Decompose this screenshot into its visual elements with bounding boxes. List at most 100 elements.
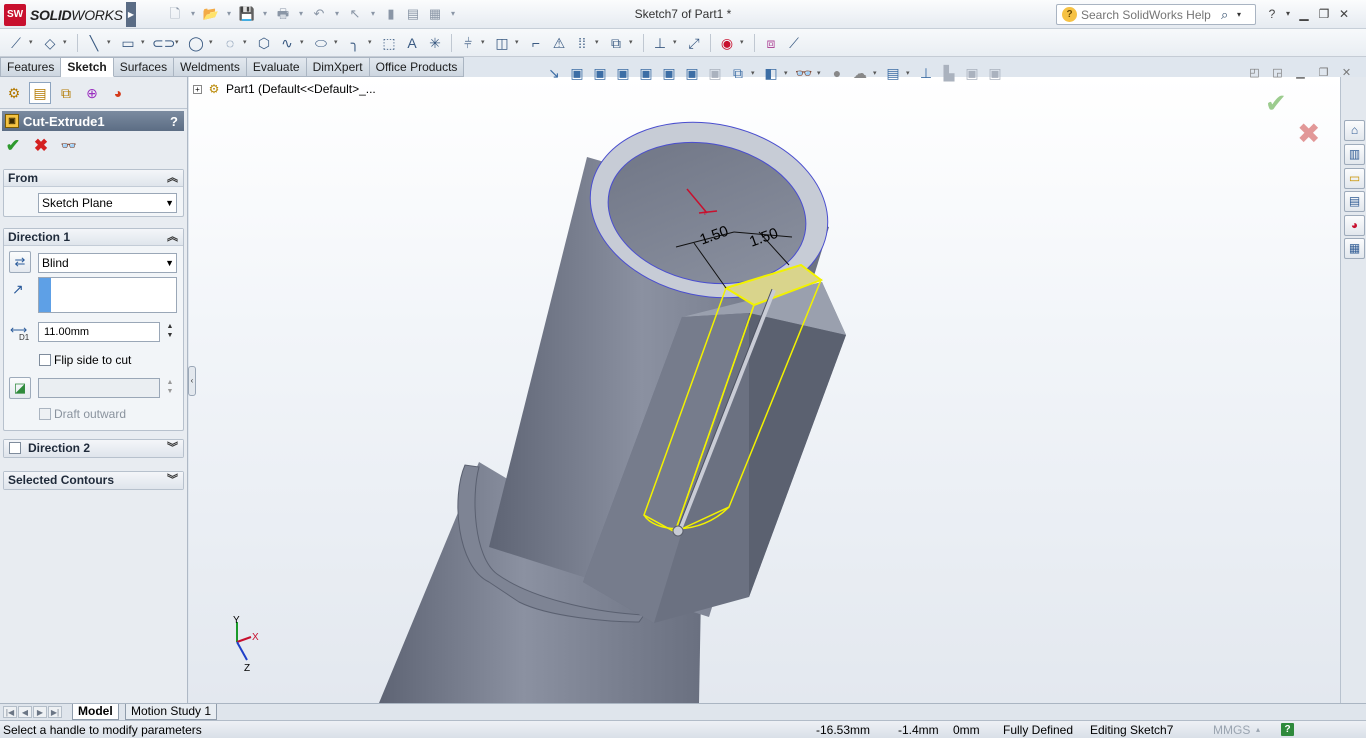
selected-contours-group-header[interactable]: Selected Contours ︾ [4,472,183,489]
next-tab-icon[interactable]: ▶ [33,706,47,718]
offset-entities-icon[interactable]: ⌐ [526,33,546,53]
line-dropdown-icon[interactable]: ▾ [107,33,115,53]
linear-pattern-icon[interactable]: ⁞⁞ [572,33,592,53]
view-settings-icon[interactable]: ▤ [883,63,903,83]
trim-entities-icon[interactable]: ⫩ [458,33,478,53]
convert-entities-icon[interactable]: ◫ [492,33,512,53]
view-tool-c-icon[interactable]: ▣ [985,63,1005,83]
previous-view-icon[interactable]: ↘ [544,63,564,83]
help-menu-icon[interactable]: ? [1263,5,1281,23]
display-style-icon[interactable]: ◧ [761,63,781,83]
relation-dropdown-icon[interactable]: ▾ [63,33,71,53]
display-relations-dropdown-icon[interactable]: ▾ [673,33,681,53]
panel-collapse-handle[interactable]: ‹ [188,366,196,396]
feature-tree-flyout[interactable]: + ⚙ Part1 (Default<<Default>_... [193,82,376,96]
zoom-to-fit-icon[interactable]: ▣ [567,63,587,83]
move-entities-icon[interactable]: ⧉ [606,33,626,53]
slot-icon[interactable]: ⊂⊃ [152,33,175,53]
convert-dropdown-icon[interactable]: ▾ [515,33,523,53]
previous-tab-icon[interactable]: ◀ [18,706,32,718]
rapid-sketch-icon[interactable]: ⧈ [761,33,781,53]
apply-scene-icon[interactable]: ☁ [850,63,870,83]
view-orientation-icon[interactable]: ⧉ [728,63,748,83]
unit-system[interactable]: MMGS [1213,723,1250,737]
quick-snaps-icon[interactable]: ◉ [717,33,737,53]
instant-2d-icon[interactable]: ⟋ [784,33,804,53]
smart-dimension-icon[interactable]: ⟋ [6,33,26,53]
text-icon[interactable]: A [402,33,422,53]
unit-system-dropdown-icon[interactable]: ▴ [1256,725,1260,734]
line-icon[interactable]: ╲ [84,33,104,53]
polygon-icon[interactable]: ⬡ [254,33,274,53]
open-dropdown-icon[interactable]: ▾ [224,5,234,23]
ellipse-dropdown-icon[interactable]: ▾ [334,33,342,53]
display-manager-tab-icon[interactable]: ◕ [107,82,129,104]
rectangle-dropdown-icon[interactable]: ▾ [141,33,149,53]
zoom-to-area-icon[interactable]: ▣ [590,63,610,83]
search-dropdown-icon[interactable]: ▾ [1237,10,1249,19]
circle-dropdown-icon[interactable]: ▾ [209,33,217,53]
cancel-x-icon[interactable]: ✖ [32,137,50,155]
spline-dropdown-icon[interactable]: ▾ [300,33,308,53]
solidworks-menu-button[interactable]: SW SOLIDWORKS ▶ [0,2,136,27]
menu-expand-arrow-icon[interactable]: ▶ [126,2,136,27]
minimize-icon[interactable]: ▁ [1295,5,1313,23]
view-tool-a-icon[interactable]: ▙ [939,63,959,83]
tab-model[interactable]: Model [72,704,119,720]
spline-icon[interactable]: ∿ [277,33,297,53]
first-tab-icon[interactable]: |◀ [3,706,17,718]
design-library-icon[interactable]: ▥ [1344,144,1365,165]
quick-snaps-dropdown-icon[interactable]: ▾ [740,33,748,53]
move-dropdown-icon[interactable]: ▾ [629,33,637,53]
solidworks-resources-icon[interactable]: ⌂ [1344,120,1365,141]
help-search-input[interactable] [1081,7,1221,22]
from-type-dropdown[interactable]: Sketch Plane ▼ [38,193,177,213]
direction2-group-header[interactable]: Direction 2 ︾ [4,440,183,457]
scene-dropdown-icon[interactable]: ▾ [873,69,880,77]
flip-side-to-cut-checkbox[interactable] [39,354,51,366]
new-dropdown-icon[interactable]: ▾ [188,5,198,23]
viewport-restore-left-icon[interactable]: ◰ [1246,65,1263,81]
viewport-restore-icon[interactable]: ❐ [1315,65,1332,81]
smart-dimension-dropdown-icon[interactable]: ▾ [29,33,37,53]
tab-motion-study-1[interactable]: Motion Study 1 [125,704,218,720]
print-dropdown-icon[interactable]: ▾ [296,5,306,23]
tab-surfaces[interactable]: Surfaces [113,57,175,77]
custom-properties-icon[interactable]: ▦ [1344,238,1365,259]
arc-dropdown-icon[interactable]: ▾ [243,33,251,53]
ok-checkmark-icon[interactable]: ✔ [4,137,22,155]
appearances-scenes-icon[interactable]: ◕ [1344,215,1365,236]
from-group-header[interactable]: From ︽ [4,170,183,187]
last-tab-icon[interactable]: ▶| [48,706,62,718]
dimxpert-manager-tab-icon[interactable]: ⊕ [81,82,103,104]
trim-dropdown-icon[interactable]: ▾ [481,33,489,53]
viewport-minimize-icon[interactable]: ▁ [1292,65,1309,81]
tab-dimxpert[interactable]: DimXpert [306,57,370,77]
tab-features[interactable]: Features [0,57,62,77]
fillet-icon[interactable]: ╮ [345,33,365,53]
reverse-direction-button[interactable]: ⇄ [9,251,31,273]
view-orientation-dropdown-icon[interactable]: ▾ [751,69,758,77]
rectangle-icon[interactable]: ▭ [118,33,138,53]
fillet-dropdown-icon[interactable]: ▾ [368,33,376,53]
collapse-chevron-icon[interactable]: ︽ [167,229,178,245]
close-icon[interactable]: ✕ [1335,5,1353,23]
edit-appearance-icon[interactable]: ● [827,63,847,83]
print-icon[interactable]: 🖶 [274,5,292,23]
mirror-entities-icon[interactable]: ⚠ [549,33,569,53]
restore-icon[interactable]: ❐ [1315,5,1333,23]
feature-manager-tab-icon[interactable]: ⚙ [3,82,25,104]
viewport-restore-right-icon[interactable]: ◲ [1269,65,1286,81]
quick-tips-help-icon[interactable]: ? [1281,723,1294,736]
file-properties-icon[interactable]: ▤ [404,5,422,23]
display-relations-icon[interactable]: ⊥ [650,33,670,53]
direction-of-extrusion-selection[interactable] [38,277,177,313]
flip-side-to-cut-label[interactable]: Flip side to cut [54,353,131,367]
direction2-checkbox[interactable] [9,442,21,454]
rebuild-icon[interactable]: ▮ [382,5,400,23]
confirmation-corner-ok-icon[interactable]: ✔ [1265,88,1287,119]
zoom-to-selection-icon[interactable]: ▣ [636,63,656,83]
tab-office-products[interactable]: Office Products [369,57,465,77]
expand-chevron-icon[interactable]: ︾ [167,472,178,488]
confirmation-corner-cancel-icon[interactable]: ✖ [1297,117,1320,150]
